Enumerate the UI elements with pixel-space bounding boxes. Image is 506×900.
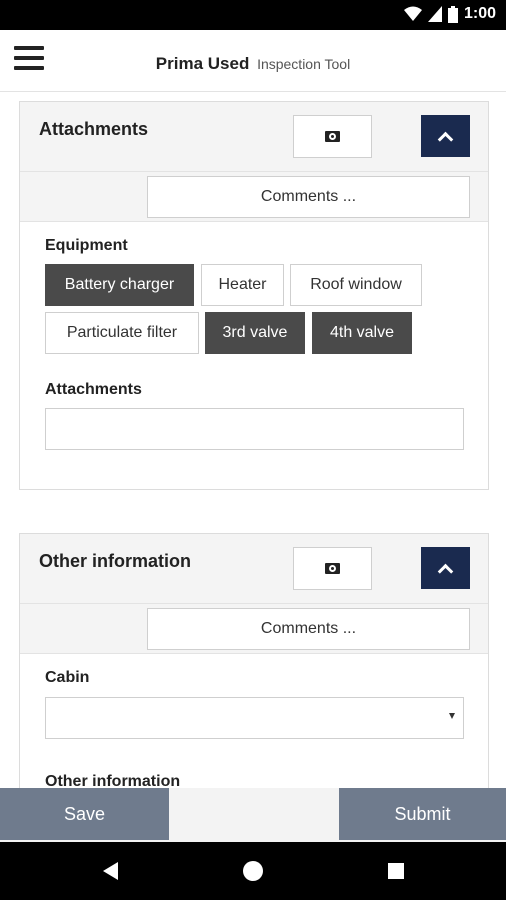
attachments-input[interactable] [45,408,464,450]
signal-icon [427,6,442,22]
app-bar: Prima Used Inspection Tool [0,30,506,92]
chip-3rd-valve[interactable]: 3rd valve [205,312,305,354]
chip-roof-window[interactable]: Roof window [290,264,422,306]
chip-battery-charger[interactable]: Battery charger [45,264,194,306]
other-information-comments-button[interactable]: Comments ... [147,608,470,650]
chip-4th-valve[interactable]: 4th valve [312,312,412,354]
other-information-panel-body: Cabin Other information [20,654,488,788]
attachments-panel: Attachments Comments ... Equipment Batte… [19,101,489,490]
submit-button[interactable]: Submit [339,788,506,840]
dropdown-arrow-icon [449,713,455,719]
attachments-panel-title: Attachments [39,119,149,139]
other-information-collapse-button[interactable] [421,547,470,589]
chevron-up-icon [437,563,454,579]
chip-heater[interactable]: Heater [201,264,284,306]
save-button[interactable]: Save [0,788,169,840]
cabin-label: Cabin [45,669,90,686]
attachments-panel-body: Equipment Battery charger Heater Roof wi… [20,222,488,488]
other-information-panel-title: Other information [39,551,191,571]
other-information-panel: Other information Comments ... Cabin Oth… [19,533,489,788]
wifi-icon [403,6,422,21]
form-content[interactable]: Attachments Comments ... Equipment Batte… [0,92,506,788]
back-icon[interactable] [103,862,118,880]
attachments-comments-row: Comments ... [20,172,488,222]
other-information-comments-row: Comments ... [20,604,488,654]
attachments-collapse-button[interactable] [421,115,470,157]
other-information-field-label: Other information [45,773,181,788]
equipment-label: Equipment [45,237,128,254]
chip-particulate-filter[interactable]: Particulate filter [45,312,199,354]
app-brand: Prima Used [155,54,250,73]
status-icons: 1:00 [403,5,496,23]
action-bar: Save Submit [0,788,506,842]
attachments-camera-button[interactable] [293,115,372,158]
status-bar: 1:00 [0,0,506,30]
system-nav-bar [0,842,506,900]
attachments-panel-header: Attachments [20,102,488,172]
app-subtitle: Inspection Tool [257,56,351,72]
other-information-camera-button[interactable] [293,547,372,590]
other-information-panel-header: Other information [20,534,488,604]
battery-icon [447,5,458,23]
app-title: Prima Used Inspection Tool [0,54,506,74]
camera-icon [325,563,340,574]
home-icon[interactable] [243,861,263,881]
attachments-field-label: Attachments [45,381,142,398]
status-time: 1:00 [463,5,496,22]
chevron-up-icon [437,131,454,147]
camera-icon [325,131,340,142]
attachments-comments-button[interactable]: Comments ... [147,176,470,218]
cabin-select[interactable] [45,697,464,739]
recent-apps-icon[interactable] [388,863,404,879]
